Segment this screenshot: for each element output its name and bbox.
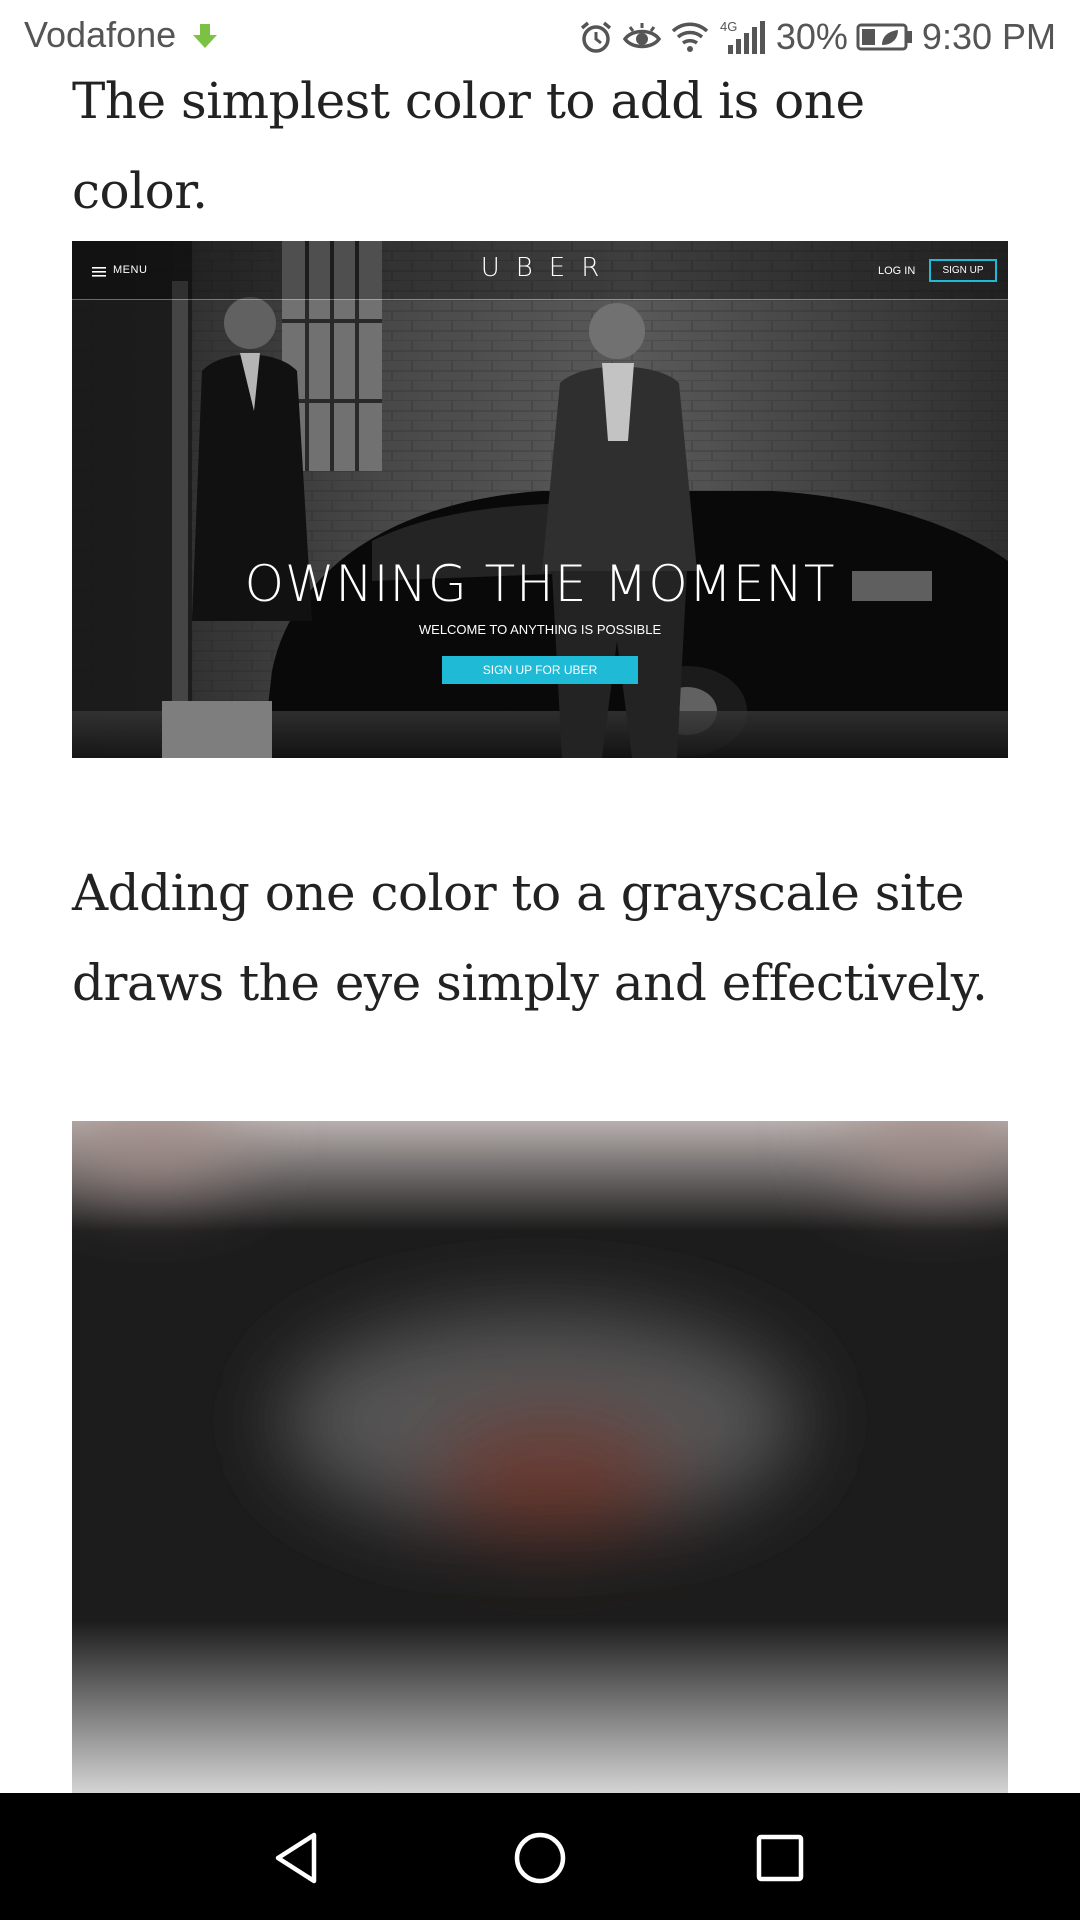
wifi-icon [671, 22, 709, 52]
battery-saver-icon [856, 23, 912, 51]
eye-comfort-icon [622, 23, 661, 49]
status-bar: Vodafone 4G 30% 9:30 PM [0, 0, 1080, 74]
uber-nav-bar: MENU UBER LOG IN SIGN UP [72, 241, 1008, 300]
clock-time: 9:30 PM [921, 16, 1056, 57]
uber-login-link[interactable]: LOG IN [878, 265, 915, 277]
back-icon[interactable] [264, 1823, 334, 1893]
network-type-label: 4G [720, 19, 737, 34]
carrier-name: Vodafone [24, 14, 177, 55]
article-content: The simplest color to add is one color. [0, 0, 1080, 1920]
uber-logo: UBER [480, 253, 616, 283]
uber-hero-headline: OWNING THE MOMENT [244, 555, 836, 613]
uber-signup-button[interactable]: SIGN UP [929, 259, 997, 282]
uber-hero-subheadline: WELCOME TO ANYTHING IS POSSIBLE [418, 622, 662, 637]
recent-apps-icon[interactable] [745, 1823, 815, 1893]
system-navigation-bar [0, 1793, 1080, 1920]
paragraph-one-color: The simplest color to add is one color. [72, 72, 865, 220]
status-icons: 4G 30% 9:30 PM [578, 14, 1056, 60]
signal-icon: 4G [720, 19, 765, 54]
battery-percentage: 30% [775, 16, 848, 57]
home-icon[interactable] [505, 1823, 575, 1893]
uber-website-screenshot: MENU UBER LOG IN SIGN UP OWNING THE MOME… [72, 241, 1008, 758]
blurred-image [72, 1121, 1008, 1793]
uber-signup-cta-button[interactable]: SIGN UP FOR UBER [442, 656, 638, 684]
paragraph-grayscale: Adding one color to a grayscale site dra… [72, 864, 988, 1012]
alarm-icon [580, 21, 611, 53]
blurred-image-graphic [72, 1121, 1008, 1793]
download-icon [193, 24, 217, 48]
